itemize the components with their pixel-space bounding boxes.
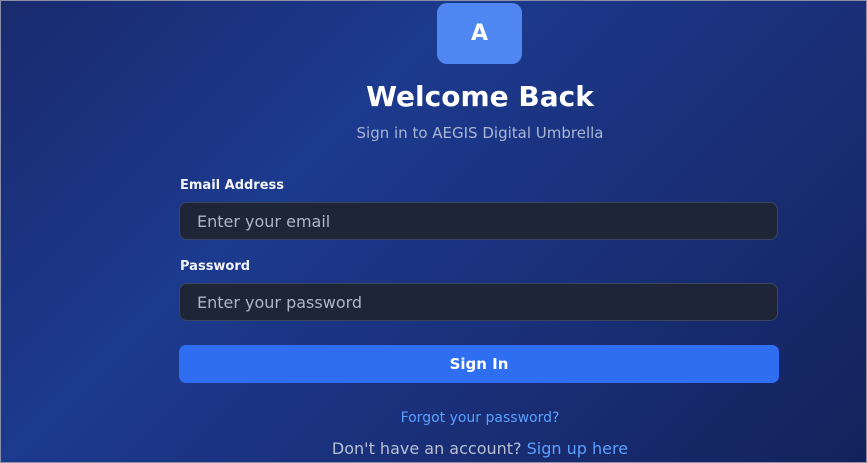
forgot-password-link[interactable]: Forgot your password? (0, 410, 867, 426)
password-field[interactable] (179, 283, 778, 321)
sign-up-link[interactable]: Sign up here (527, 439, 628, 458)
signup-prompt-text: Don't have an account? (331, 439, 522, 458)
signup-prompt-row: Don't have an account? Sign up here (0, 439, 867, 458)
email-field[interactable] (179, 202, 778, 240)
logo-letter: A (470, 21, 489, 46)
page-subtitle: Sign in to AEGIS Digital Umbrella (356, 124, 604, 142)
password-label: Password (180, 259, 251, 274)
email-label: Email Address (180, 178, 285, 193)
page-title: Welcome Back (366, 80, 594, 113)
app-logo: A (437, 3, 522, 64)
sign-in-button[interactable]: Sign In (179, 345, 779, 383)
